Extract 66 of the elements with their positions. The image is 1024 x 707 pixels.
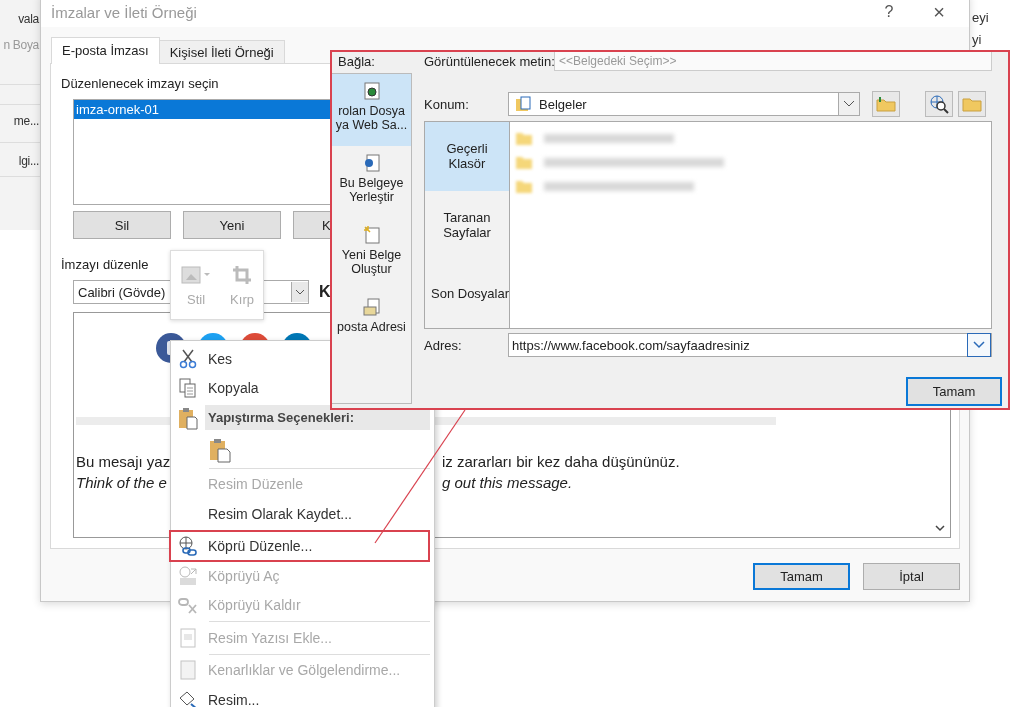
globe-arrow-icon xyxy=(178,565,198,586)
background-text: lgi... xyxy=(18,154,39,168)
folder-icon xyxy=(516,179,532,193)
background-text: vala xyxy=(18,12,39,26)
crop-icon[interactable] xyxy=(231,263,254,286)
browse-tab[interactable]: Son Dosyalar xyxy=(425,259,509,328)
menu-item[interactable]: Kopyala xyxy=(205,374,430,403)
location-dropdown[interactable]: Belgeler xyxy=(508,92,860,116)
broken-link-icon xyxy=(178,595,198,616)
background-text: eyi xyxy=(972,10,989,25)
web-search-button[interactable] xyxy=(925,91,953,117)
dialog-button[interactable]: Tamam xyxy=(753,563,850,590)
scroll-down-icon[interactable] xyxy=(934,523,946,533)
link-target-button[interactable]: Yeni Belge Oluştur xyxy=(332,218,411,290)
toolbar-label: Stil xyxy=(187,291,206,307)
file-globe-icon xyxy=(363,82,380,100)
link-target-button[interactable]: posta Adresi xyxy=(332,290,411,362)
document-icon xyxy=(180,627,196,648)
field-label: Görüntülenecek metin: xyxy=(424,54,554,69)
folder-icon xyxy=(516,131,532,145)
folder-icon xyxy=(516,155,532,169)
browse-tab[interactable]: Taranan Sayfalar xyxy=(425,190,509,260)
paste-icon xyxy=(178,405,198,430)
signature-text: Think of the e xyxy=(76,473,167,493)
scissors-icon xyxy=(179,348,197,369)
folder-document-icon xyxy=(515,96,531,112)
bold-button[interactable]: K xyxy=(315,283,335,301)
background-text: yi xyxy=(972,32,982,47)
menu-item[interactable]: Resim Olarak Kaydet... xyxy=(205,499,430,528)
signature-text: Bu mesajı yaz xyxy=(76,452,171,472)
signature-button[interactable]: Yeni xyxy=(183,211,281,239)
group-label: İmzayı düzenle xyxy=(61,257,149,272)
link-target-button[interactable]: Bu Belgeye Yerleştir xyxy=(332,146,411,218)
chevron-icon xyxy=(843,100,855,108)
menu-item[interactable]: Resim... xyxy=(205,685,430,707)
chevron-icon xyxy=(973,341,985,349)
address-field[interactable]: https://www.facebook.com/sayfaadresiniz xyxy=(508,333,992,357)
browse-tab[interactable]: Geçerli Klasör xyxy=(425,122,509,191)
envelope-icon xyxy=(362,298,381,316)
toolbar-label: Kırp xyxy=(230,291,254,307)
link-target-button[interactable]: rolan Dosya ya Web Sa... xyxy=(332,74,411,146)
help-button[interactable]: ? xyxy=(869,3,909,21)
copy-icon xyxy=(179,378,197,399)
page-icon xyxy=(180,660,196,681)
signature-text: g out this message. xyxy=(442,473,573,493)
window-title: İmzalar ve İleti Örneği xyxy=(51,3,197,21)
globe-link-icon xyxy=(178,536,198,557)
background-text: me... xyxy=(13,114,39,128)
ok-button[interactable]: Tamam xyxy=(906,377,1002,406)
new-document-icon xyxy=(363,226,380,244)
field-label: Konum: xyxy=(424,96,470,112)
picture-style-icon[interactable] xyxy=(180,263,213,286)
signature-text: iz zararları bir kez daha düşününüz. xyxy=(442,452,680,472)
dialog-button[interactable]: İptal xyxy=(863,563,960,590)
background-text: n Boya xyxy=(3,38,39,52)
group-label: Düzenlenecek imzayı seçin xyxy=(61,76,219,91)
signature-button[interactable]: Sil xyxy=(73,211,171,239)
field-label: Adres: xyxy=(424,337,463,353)
tab[interactable]: E-posta İmzası xyxy=(51,37,160,64)
tab[interactable]: Kişisel İleti Örneği xyxy=(158,40,285,64)
open-folder-button[interactable] xyxy=(958,91,986,117)
menu-item[interactable]: Köprü Düzenle... xyxy=(169,530,430,563)
close-button[interactable]: × xyxy=(919,0,959,24)
paste-icon xyxy=(209,436,231,463)
folder-up-button[interactable] xyxy=(872,91,900,117)
field-label: Bağla: xyxy=(337,54,376,69)
